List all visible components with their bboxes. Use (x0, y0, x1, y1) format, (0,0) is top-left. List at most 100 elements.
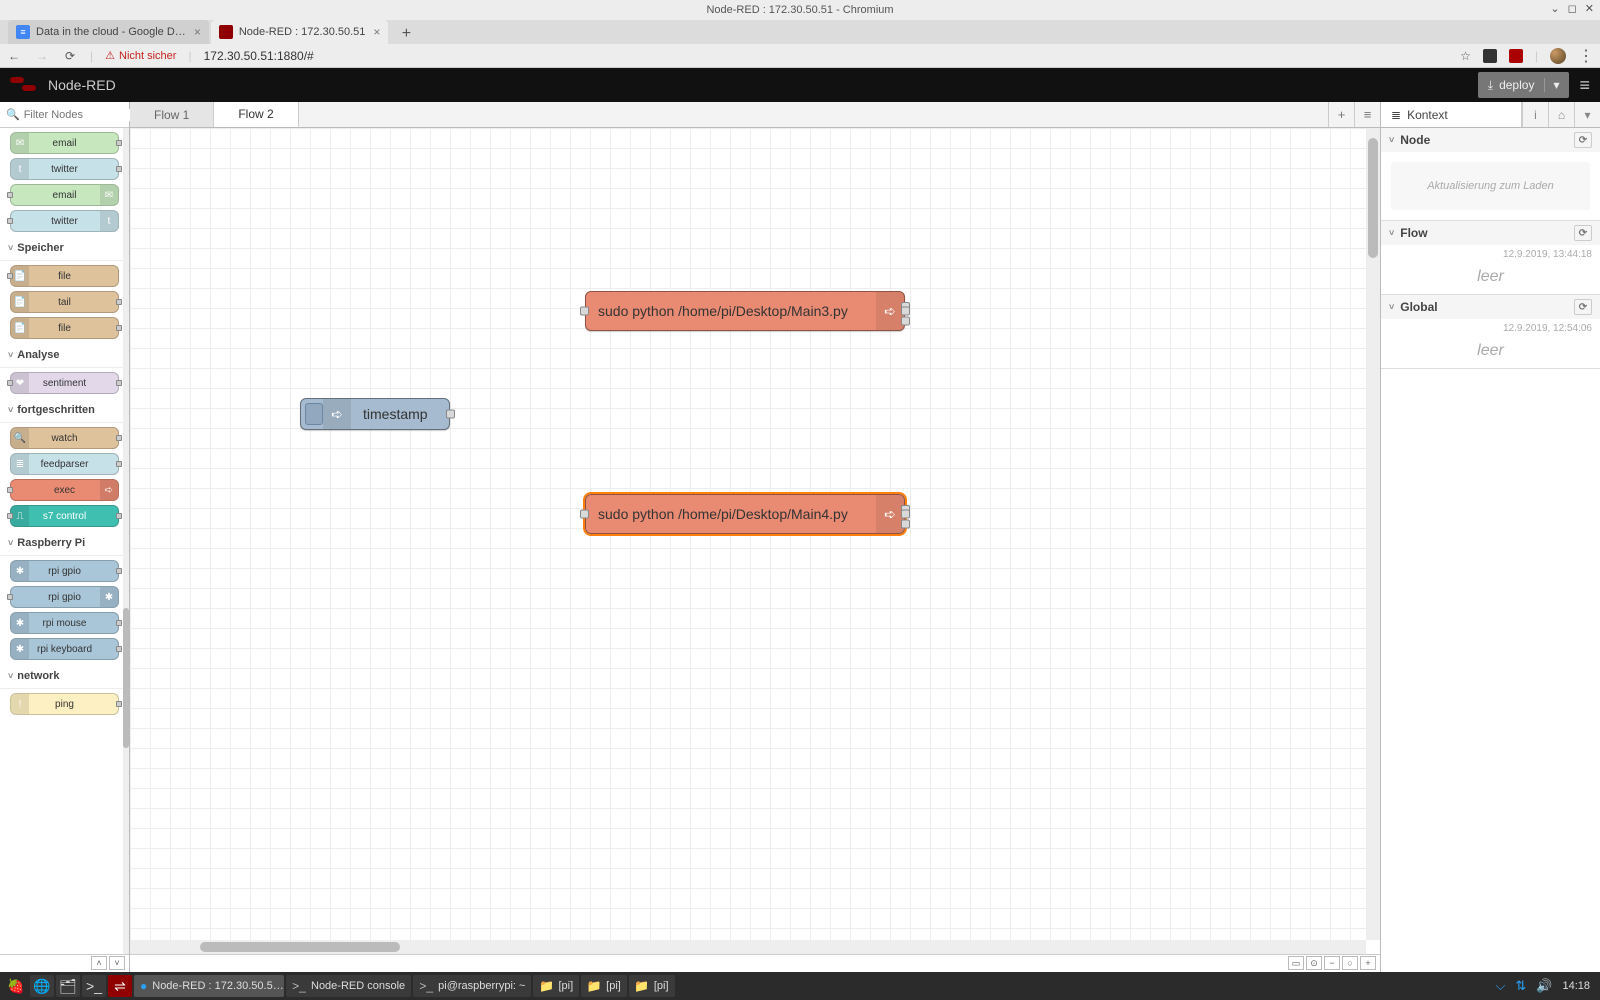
palette-collapse-up-button[interactable]: ˄ (91, 956, 107, 970)
taskbar-item[interactable]: ●Node-RED : 172.30.50.5… (134, 975, 284, 997)
workspace-tab-list-button[interactable]: ≡ (1354, 102, 1380, 127)
palette-node-twitter[interactable]: twittert (10, 210, 119, 232)
palette-footer: ˄ ˅ (0, 954, 129, 972)
address-url[interactable]: 172.30.50.51:1880/# (204, 49, 314, 63)
workspace-tab-flow1[interactable]: Flow 1 (130, 102, 214, 127)
sidebar-dropdown-button[interactable]: ▾ (1574, 102, 1600, 127)
sidebar-tab-context[interactable]: ≣ Kontext (1381, 102, 1522, 127)
browser-menu-icon[interactable]: ⋮ (1578, 46, 1594, 66)
browser-tab-nodered[interactable]: Node-RED : 172.30.50.51 × (211, 20, 389, 44)
sidebar-book-button[interactable]: ⌂ (1548, 102, 1574, 127)
zoom-out-button[interactable]: − (1324, 956, 1340, 970)
palette-node-tail[interactable]: tail📄 (10, 291, 119, 313)
node-output-port[interactable] (446, 410, 455, 419)
sidebar-section-flow: ˅ Flow ⟳ 12.9.2019, 13:44:18 leer (1381, 221, 1600, 295)
palette-category-analyse[interactable]: ˅Analyse (0, 343, 129, 368)
node-exec-main4[interactable]: sudo python /home/pi/Desktop/Main4.py ➪ (585, 494, 905, 534)
new-tab-button[interactable]: + (396, 24, 416, 44)
launcher-browser-icon[interactable]: 🌐 (30, 975, 54, 997)
launcher-nodered-icon[interactable]: ⇌ (108, 975, 132, 997)
palette-category-fortgeschritten[interactable]: ˅fortgeschritten (0, 398, 129, 423)
palette-node-feedparser[interactable]: feedparser≣ (10, 453, 119, 475)
deploy-dropdown-caret-icon[interactable]: ▾ (1544, 78, 1559, 92)
palette-body: email✉ twittert email✉ twittert ˅Speicher fil… (0, 128, 129, 954)
palette-node-email[interactable]: email✉ (10, 132, 119, 154)
nodered-menu-icon[interactable]: ≡ (1579, 75, 1590, 96)
extension-shield-icon[interactable] (1509, 49, 1523, 63)
refresh-button[interactable]: ⟳ (1574, 299, 1592, 315)
inject-trigger-button[interactable] (305, 403, 323, 425)
window-close-icon[interactable]: ✕ (1585, 2, 1594, 15)
palette-node-twitter[interactable]: twittert (10, 158, 119, 180)
launcher-terminal-icon[interactable]: >_ (82, 975, 106, 997)
node-input-port[interactable] (580, 307, 589, 316)
taskbar-item[interactable]: 📁[pi] (581, 975, 627, 997)
taskbar-item[interactable]: 📁[pi] (533, 975, 579, 997)
palette-node-watch[interactable]: watch🔍 (10, 427, 119, 449)
workspace-add-tab-button[interactable]: + (1328, 102, 1354, 127)
palette-node-rpi-mouse[interactable]: rpi mouse✱ (10, 612, 119, 634)
browser-tab-docs[interactable]: ≡ Data in the cloud - Google D… × (8, 20, 209, 44)
zoom-in-button[interactable]: + (1360, 956, 1376, 970)
workspace-tab-flow2[interactable]: Flow 2 (214, 102, 298, 127)
palette-node-rpi-gpio[interactable]: rpi gpio✱ (10, 560, 119, 582)
nav-forward-button[interactable]: → (34, 49, 50, 63)
node-output-port-2[interactable] (901, 510, 910, 519)
start-menu-raspberry-icon[interactable]: 🍓 (4, 975, 28, 997)
window-maximize-icon[interactable]: ◻ (1568, 2, 1577, 15)
security-indicator[interactable]: ⚠ Nicht sicher (105, 49, 176, 62)
sidebar-section-header[interactable]: ˅ Flow ⟳ (1381, 221, 1600, 245)
bookmark-star-icon[interactable]: ☆ (1460, 49, 1471, 63)
palette-category-speicher[interactable]: ˅Speicher (0, 236, 129, 261)
palette-scrollbar[interactable] (123, 128, 129, 954)
taskbar-item[interactable]: >_Node-RED console (286, 975, 411, 997)
extension-icon[interactable] (1483, 49, 1497, 63)
bluetooth-icon[interactable]: ⌵ (1496, 978, 1506, 994)
deploy-button[interactable]: ⤓ deploy ▾ (1478, 72, 1570, 98)
palette-node-rpi-gpio[interactable]: rpi gpio✱ (10, 586, 119, 608)
canvas-v-scrollbar-thumb[interactable] (1368, 138, 1378, 258)
taskbar-item[interactable]: >_pi@raspberrypi: ~ (413, 975, 531, 997)
zoom-level-button[interactable]: ○ (1342, 956, 1358, 970)
palette-collapse-down-button[interactable]: ˅ (109, 956, 125, 970)
refresh-button[interactable]: ⟳ (1574, 225, 1592, 241)
palette-node-sentiment[interactable]: sentiment❤ (10, 372, 119, 394)
nav-back-button[interactable]: ← (6, 49, 22, 63)
sidebar-info-button[interactable]: i (1522, 102, 1548, 127)
volume-icon[interactable]: 🔊 (1536, 978, 1552, 994)
tab-close-icon[interactable]: × (186, 25, 201, 39)
view-navigator-button[interactable]: ▭ (1288, 956, 1304, 970)
refresh-button[interactable]: ⟳ (1574, 132, 1592, 148)
network-icon[interactable]: ⇅ (1515, 978, 1526, 994)
taskbar-item[interactable]: 📁[pi] (629, 975, 675, 997)
palette-category-network[interactable]: ˅network (0, 664, 129, 689)
profile-avatar[interactable] (1550, 48, 1566, 64)
sidebar-section-header[interactable]: ˅ Global ⟳ (1381, 295, 1600, 319)
palette-search[interactable]: 🔍 (0, 102, 129, 128)
palette-scrollbar-thumb[interactable] (123, 608, 129, 748)
palette-node-file[interactable]: file📄 (10, 265, 119, 287)
canvas-h-scrollbar-thumb[interactable] (200, 942, 400, 952)
node-input-port[interactable] (580, 510, 589, 519)
node-exec-main3[interactable]: sudo python /home/pi/Desktop/Main3.py ➪ (585, 291, 905, 331)
palette-node-email[interactable]: email✉ (10, 184, 119, 206)
node-output-port-3[interactable] (901, 519, 910, 528)
tab-close-icon[interactable]: × (365, 25, 380, 39)
canvas-v-scrollbar[interactable] (1366, 128, 1380, 940)
nav-reload-button[interactable]: ⟳ (62, 49, 78, 63)
launcher-files-icon[interactable]: 🗂 (56, 975, 80, 997)
window-minimize-icon[interactable]: ⌄ (1550, 2, 1559, 15)
node-output-port-3[interactable] (901, 316, 910, 325)
palette-node-exec[interactable]: exec➪ (10, 479, 119, 501)
sidebar-section-header[interactable]: ˅ Node ⟳ (1381, 128, 1600, 152)
palette-node-file[interactable]: file📄 (10, 317, 119, 339)
canvas[interactable]: ➪ timestamp sudo python /home/pi/Desktop… (130, 128, 1380, 954)
node-inject-timestamp[interactable]: ➪ timestamp (300, 398, 450, 430)
palette-node-s7-control[interactable]: s7 control⎍ (10, 505, 119, 527)
node-output-port-2[interactable] (901, 307, 910, 316)
palette-node-ping[interactable]: ping! (10, 693, 119, 715)
palette-category-raspberry-pi[interactable]: ˅Raspberry Pi (0, 531, 129, 556)
canvas-h-scrollbar[interactable] (130, 940, 1366, 954)
zoom-reset-button[interactable]: ⊙ (1306, 956, 1322, 970)
palette-node-rpi-keyboard[interactable]: rpi keyboard✱ (10, 638, 119, 660)
